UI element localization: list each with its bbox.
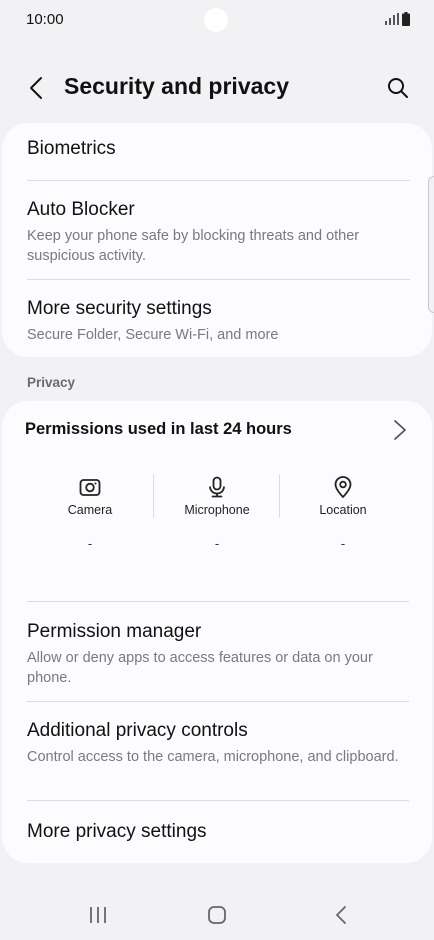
app-header: Security and privacy [0, 60, 434, 116]
divider [27, 180, 410, 181]
search-icon [388, 78, 408, 98]
back-nav-button[interactable] [321, 900, 361, 930]
privacy-section-label: Privacy [27, 375, 76, 390]
permissions-used-title[interactable]: Permissions used in last 24 hours [25, 420, 292, 439]
camera-icon [79, 479, 101, 496]
item-title: More privacy settings [27, 821, 207, 842]
search-button[interactable] [382, 72, 414, 104]
permission-value: - [87, 536, 93, 551]
camera-cutout [204, 8, 228, 32]
security-card: Biometrics Auto Blocker Keep your phone … [2, 123, 432, 357]
divider [27, 279, 410, 280]
chevron-left-icon [30, 77, 42, 99]
more-security-settings-item[interactable]: More security settings Secure Folder, Se… [27, 297, 410, 345]
signal-icon [385, 13, 399, 25]
item-title: Biometrics [27, 138, 116, 159]
status-icons [385, 12, 410, 26]
item-subtitle: Keep your phone safe by blocking threats… [27, 228, 360, 264]
permission-manager-item[interactable]: Permission manager Allow or deny apps to… [27, 620, 412, 688]
navigation-bar [0, 880, 434, 940]
divider [27, 800, 409, 801]
additional-privacy-controls-item[interactable]: Additional privacy controls Control acce… [27, 719, 412, 767]
page-title: Security and privacy [64, 73, 289, 99]
permission-microphone[interactable]: Microphone - [154, 474, 280, 564]
more-privacy-settings-item[interactable]: More privacy settings [27, 820, 412, 844]
scroll-indicator[interactable] [428, 176, 434, 313]
recents-icon [90, 907, 106, 923]
permission-camera[interactable]: Camera - [27, 474, 153, 564]
item-subtitle: Control access to the camera, microphone… [27, 749, 399, 765]
permission-location[interactable]: Location - [280, 474, 406, 564]
home-icon [208, 906, 226, 924]
auto-blocker-item[interactable]: Auto Blocker Keep your phone safe by blo… [27, 198, 410, 266]
permission-label: Location [319, 503, 367, 517]
battery-icon [402, 12, 410, 26]
permission-value: - [340, 536, 346, 551]
back-button[interactable] [20, 72, 52, 104]
recents-button[interactable] [78, 900, 118, 930]
permission-label: Microphone [184, 503, 250, 517]
status-time: 10:00 [26, 11, 64, 28]
chevron-right-icon[interactable] [390, 418, 410, 442]
item-title: More security settings [27, 298, 212, 319]
divider [27, 701, 409, 702]
item-title: Auto Blocker [27, 199, 135, 220]
item-subtitle: Secure Folder, Secure Wi-Fi, and more [27, 327, 279, 343]
location-pin-icon [334, 476, 352, 498]
microphone-icon [209, 476, 225, 498]
item-title: Additional privacy controls [27, 720, 248, 741]
item-title: Permission manager [27, 621, 202, 642]
item-subtitle: Allow or deny apps to access features or… [27, 650, 373, 686]
back-icon [336, 906, 346, 924]
permission-value: - [214, 536, 220, 551]
status-bar: 10:00 [0, 0, 434, 40]
divider [27, 601, 409, 602]
home-button[interactable] [197, 900, 237, 930]
permission-label: Camera [67, 503, 113, 517]
biometrics-item[interactable]: Biometrics [27, 137, 410, 161]
